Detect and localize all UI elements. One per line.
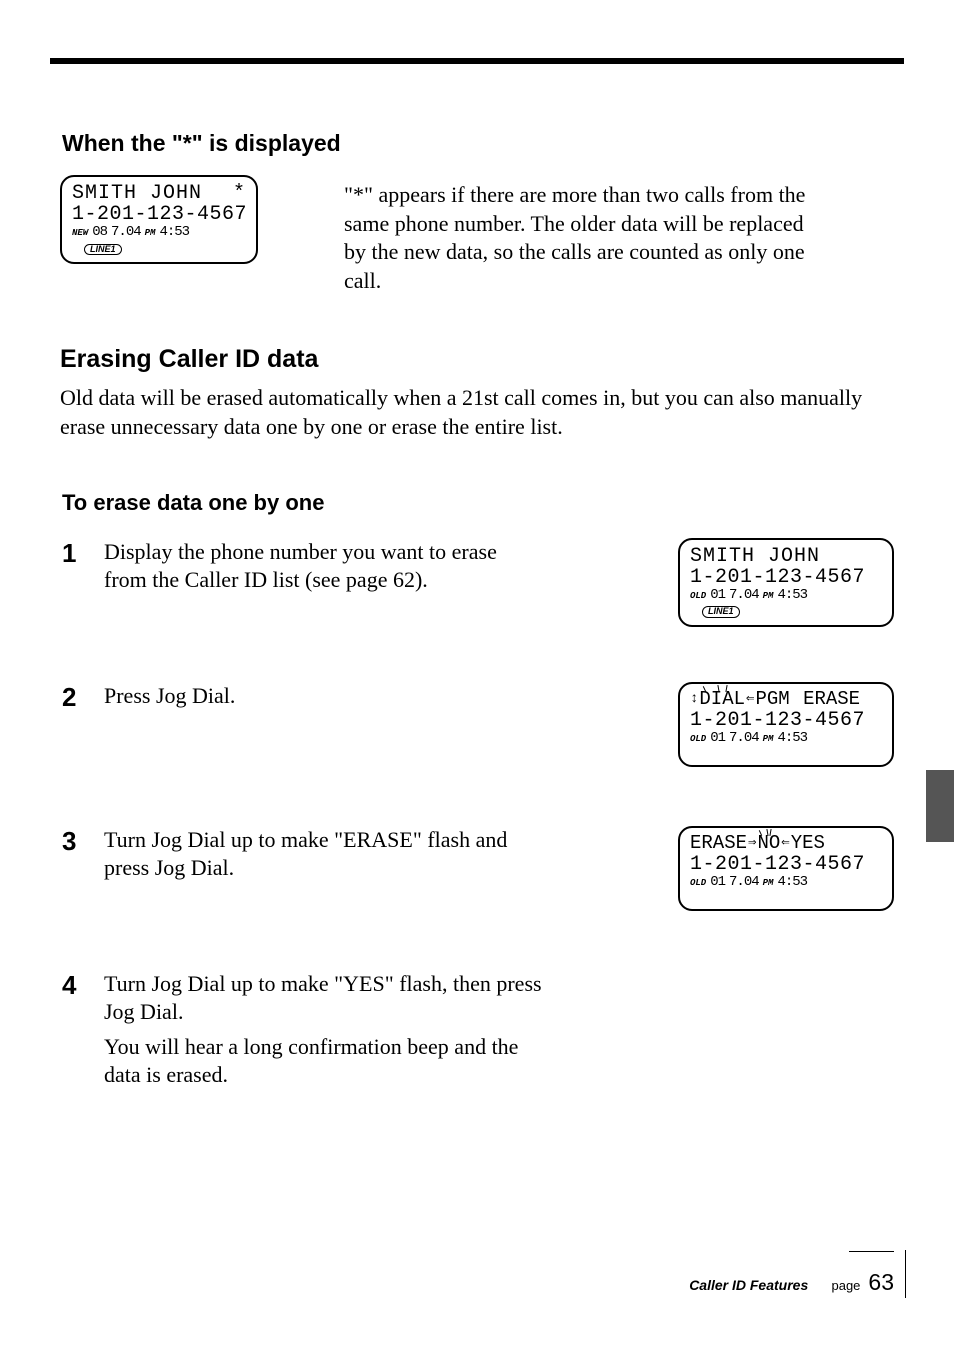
heading-erasing: Erasing Caller ID data xyxy=(60,345,894,374)
lcd-phone-number: 1-201-123-4567 xyxy=(690,710,882,731)
menu-dial: DIAL xyxy=(699,690,745,710)
step-number: 4 xyxy=(62,970,104,1001)
intro-text: Old data will be erased automatically wh… xyxy=(60,384,894,441)
footer-vdivider xyxy=(905,1250,906,1298)
line-indicator: LINE1 xyxy=(84,244,122,255)
lcd-ampm: PM xyxy=(763,735,774,744)
old-badge: OLD xyxy=(690,735,706,744)
header-divider xyxy=(50,58,904,64)
lcd-meta-row: OLD 01 7.04 PM 4:53 xyxy=(690,875,882,890)
step-4: 4 Turn Jog Dial up to make "YES" flash, … xyxy=(62,970,894,1090)
lcd-meta-row: OLD 01 7.04 PM 4:53 xyxy=(690,588,882,603)
lcd-date: 7.04 xyxy=(111,225,141,240)
footer-page-word: page xyxy=(831,1278,860,1293)
lcd-star-indicator: * xyxy=(233,183,246,204)
line-indicator: LINE1 xyxy=(702,606,740,617)
lcd-time: 4:53 xyxy=(777,875,807,890)
lcd-caller-name: SMITH JOHN xyxy=(72,183,202,204)
lcd-menu-row: ↕ DIAL ⇐ PGM ERASE xyxy=(690,690,882,710)
step-2: 2 Press Jog Dial. ↕ DIAL ⇐ PGM ERASE 1-2… xyxy=(62,682,894,782)
lcd-step2: ↕ DIAL ⇐ PGM ERASE 1-201-123-4567 OLD 01… xyxy=(678,682,894,768)
lcd-step3: ERASE ⇒ NO ⇐ YES 1-201-123-4567 OLD 01 7… xyxy=(678,826,894,912)
lcd-phone-number: 1-201-123-4567 xyxy=(72,204,246,225)
left-icon: ⇐ xyxy=(781,836,789,856)
step-number: 1 xyxy=(62,538,104,569)
lcd-time: 4:53 xyxy=(777,731,807,746)
lcd-time: 4:53 xyxy=(159,225,189,240)
lcd-phone-number: 1-201-123-4567 xyxy=(690,854,882,875)
lcd-step1: SMITH JOHN 1-201-123-4567 OLD 01 7.04 PM… xyxy=(678,538,894,627)
old-badge: OLD xyxy=(690,879,706,888)
star-description: "*" appears if there are more than two c… xyxy=(344,175,824,295)
lcd-call-count: 01 xyxy=(710,588,725,603)
step-text: Press Jog Dial. xyxy=(104,682,544,711)
updown-icon: ↕ xyxy=(690,692,698,712)
lcd-display-top: SMITH JOHN * 1-201-123-4567 NEW 08 7.04 … xyxy=(60,175,258,264)
lcd-menu-row: ERASE ⇒ NO ⇐ YES xyxy=(690,834,882,854)
steps-list: 1 Display the phone number you want to e… xyxy=(62,538,894,1090)
right-icon: ⇒ xyxy=(748,836,756,856)
lcd-time: 4:53 xyxy=(777,588,807,603)
lcd-date: 7.04 xyxy=(729,588,759,603)
lcd-caller-name: SMITH JOHN xyxy=(690,546,820,567)
lcd-ampm: PM xyxy=(145,229,156,238)
step-text: Turn Jog Dial up to make "YES" flash, th… xyxy=(104,970,544,1090)
step-text: Display the phone number you want to era… xyxy=(104,538,544,595)
footer-page-number: 63 xyxy=(868,1269,894,1296)
lcd-ampm: PM xyxy=(763,879,774,888)
lcd-call-count: 08 xyxy=(92,225,107,240)
footer-divider xyxy=(849,1251,894,1252)
step-1: 1 Display the phone number you want to e… xyxy=(62,538,894,638)
lcd-call-count: 01 xyxy=(710,875,725,890)
heading-erase-one: To erase data one by one xyxy=(62,490,894,516)
section-tab xyxy=(926,770,954,842)
menu-erase: ERASE xyxy=(690,834,747,854)
step-text: Turn Jog Dial up to make "ERASE" flash a… xyxy=(104,826,544,883)
lcd-meta-row: NEW 08 7.04 PM 4:53 xyxy=(72,225,246,240)
old-badge: OLD xyxy=(690,592,706,601)
new-badge: NEW xyxy=(72,229,88,238)
step-number: 2 xyxy=(62,682,104,713)
menu-no: NO xyxy=(757,834,780,854)
left-icon: ⇐ xyxy=(746,692,754,712)
page-footer: Caller ID Features page 63 xyxy=(689,1269,894,1296)
menu-pgm: PGM xyxy=(755,690,789,710)
lcd-ampm: PM xyxy=(763,592,774,601)
lcd-phone-number: 1-201-123-4567 xyxy=(690,567,882,588)
lcd-meta-row: OLD 01 7.04 PM 4:53 xyxy=(690,731,882,746)
footer-section-label: Caller ID Features xyxy=(689,1277,808,1293)
step-number: 3 xyxy=(62,826,104,857)
lcd-date: 7.04 xyxy=(729,731,759,746)
menu-yes: YES xyxy=(791,834,825,854)
menu-erase: ERASE xyxy=(803,690,860,710)
lcd-call-count: 01 xyxy=(710,731,725,746)
lcd-date: 7.04 xyxy=(729,875,759,890)
section-title-star: When the "*" is displayed xyxy=(62,130,894,157)
step-3: 3 Turn Jog Dial up to make "ERASE" flash… xyxy=(62,826,894,926)
